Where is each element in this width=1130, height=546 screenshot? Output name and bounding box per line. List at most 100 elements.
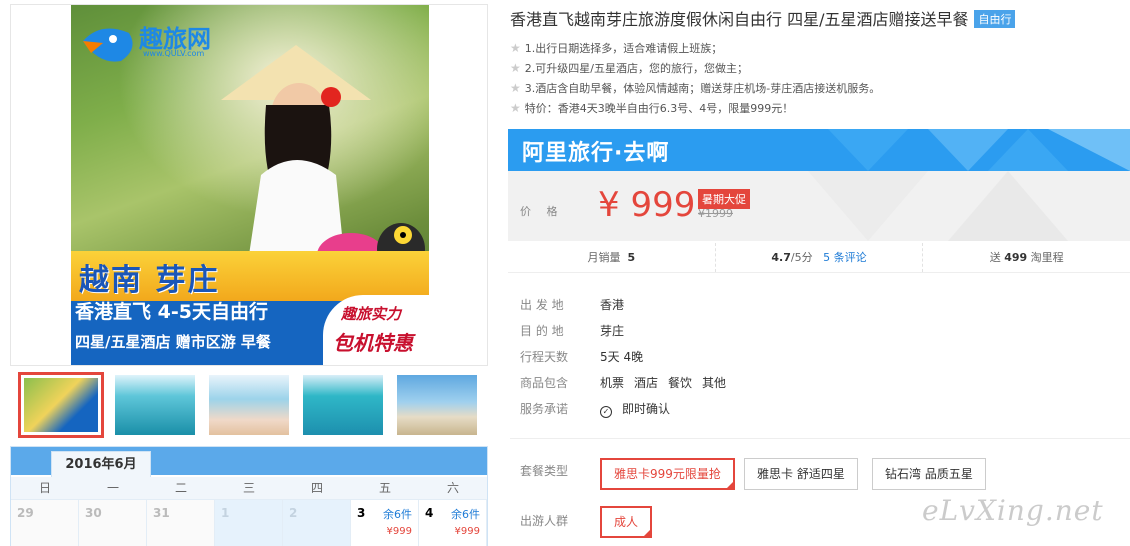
product-title-text: 香港直飞越南芽庄旅游度假休闲自由行 四星/五星酒店赠接送早餐 [510,10,969,29]
day-number: 31 [153,506,170,520]
stock-left: 余6件 [451,508,480,521]
free-travel-tag: 自由行 [974,10,1016,28]
feature-text: 特价：香港4天3晚半自由行6.3号、4号，限量999元！ [524,102,794,115]
poster-headline: 越南 芽庄 [79,263,220,298]
stats-bar: 月销量 5 4.7/5分 5 条评论 送 499 淘里程 [508,243,1130,273]
feature-text: 1.出行日期选择多，适合难请假上班族； [524,42,723,55]
feature-item: ★ 3.酒店含自助早餐，体验风情越南；赠送芽庄机场-芽庄酒店接送机服务。 [510,78,880,98]
traveler-option-adult[interactable]: 成人 [600,506,653,538]
weekday-tue: 二 [174,481,187,495]
points-value: 499 [1004,251,1028,264]
product-title: 香港直飞越南芽庄旅游度假休闲自由行 四星/五星酒店赠接送早餐 自由行 [510,6,1016,30]
feature-item: ★ 特价：香港4天3晚半自由行6.3号、4号，限量999元！ [510,98,880,118]
points-prefix: 送 [989,251,1001,264]
thumbnail-5[interactable] [394,372,480,438]
calendar-weekdays: 日 一 二 三 四 五 六 [11,477,487,499]
feature-text: 2.可升级四星/五星酒店，您的旅行，您做主； [524,62,748,75]
original-price: ¥1999 [698,207,733,220]
calendar-day: 1 [215,499,283,546]
rating: 4.7/5分 5 条评论 [716,243,924,272]
weekday-mon: 一 [106,481,119,495]
day-number: 2 [289,506,298,520]
main-product-image[interactable]: 趣旅网 www.QULV.com 越南 芽庄 香港直飞 4-5天自由行 四星/五… [10,4,488,366]
include-item: 机票 [600,376,625,390]
info-key: 目 的 地 [520,324,564,338]
package-label: 套餐类型 [520,464,569,478]
info-row-duration: 行程天数 5天 4晚 [520,344,736,370]
info-row-promise: 服务承诺 ✓ 即时确认 [520,396,736,422]
poster-subline: 香港直飞 4-5天自由行 [75,301,268,323]
departure-calendar: 2016年6月 日 一 二 三 四 五 六 29 30 31 1 2 3 余6件… [10,446,488,546]
thumbnail-image [115,375,195,435]
package-option-3[interactable]: 钻石湾 品质五星 [872,458,986,490]
monthly-sales: 月销量 5 [508,243,716,272]
feature-text: 3.酒店含自助早餐，体验风情越南；赠送芽庄机场-芽庄酒店接送机服务。 [524,82,881,95]
weekday-wed: 三 [242,481,255,495]
thumbnail-3[interactable] [206,372,292,438]
calendar-day-available[interactable]: 4 余6件 ¥999 [419,499,487,546]
package-option-1[interactable]: 雅思卡999元限量抢 [600,458,735,490]
star-icon: ★ [510,81,521,95]
feature-item: ★ 1.出行日期选择多，适合难请假上班族； [510,38,880,58]
thumbnail-2[interactable] [112,372,198,438]
thumbnail-image [303,375,383,435]
calendar-day: 2 [283,499,351,546]
day-number: 1 [221,506,230,520]
weekday-sun: 日 [38,481,51,495]
rating-value: 4.7 [771,251,791,264]
info-key: 出 发 地 [520,298,564,312]
calendar-day: 30 [79,499,147,546]
day-number: 3 [357,506,366,520]
star-icon: ★ [510,101,521,115]
include-item: 餐饮 [668,376,693,390]
weekday-sat: 六 [446,481,459,495]
rating-suffix: /5分 [790,251,813,264]
calendar-month-tab[interactable]: 2016年6月 [51,451,151,477]
thumbnail-4[interactable] [300,372,386,438]
poster-promo-1: 趣旅实力 [341,305,402,323]
info-key: 行程天数 [520,350,569,364]
weekday-fri: 五 [378,481,391,495]
weekday-thu: 四 [310,481,323,495]
feature-list: ★ 1.出行日期选择多，适合难请假上班族； ★ 2.可升级四星/五星酒店，您的旅行，… [510,38,880,118]
promo-badge: 暑期大促 [698,189,750,209]
divider [510,438,1130,439]
star-icon: ★ [510,41,521,55]
sales-label: 月销量 [587,251,621,264]
day-number: 30 [85,506,102,520]
feature-item: ★ 2.可升级四星/五星酒店，您的旅行，您做主； [510,58,880,78]
calendar-day: 29 [11,499,79,546]
check-icon: ✓ [600,406,612,418]
day-number: 4 [425,506,434,520]
price-panel: 价 格 ¥ 999 暑期大促 ¥1999 [508,171,1130,241]
logo-url: www.QULV.com [143,49,205,58]
poster-line3: 四星/五星酒店 赠市区游 早餐 [75,333,271,351]
alitrip-banner: 阿里旅行·去啊 [508,129,1130,171]
star-icon: ★ [510,61,521,75]
product-info: 出 发 地 香港 目 的 地 芽庄 行程天数 5天 4晚 商品包含 机票 酒店 餐饮 其他 服… [520,292,736,422]
thumbnail-strip [18,372,488,438]
stock-left: 余6件 [383,508,412,521]
banner-title: 阿里旅行·去啊 [522,141,670,166]
include-item: 酒店 [634,376,659,390]
thumbnail-image [209,375,289,435]
package-option-2[interactable]: 雅思卡 舒适四星 [744,458,858,490]
price-value: ¥ 999 [598,185,696,225]
day-price: ¥999 [454,526,480,537]
includes-list: 机票 酒店 餐饮 其他 [600,376,736,390]
info-key: 商品包含 [520,376,569,390]
day-number: 29 [17,506,34,520]
calendar-day-available[interactable]: 3 余6件 ¥999 [351,499,419,546]
day-price: ¥999 [386,526,412,537]
thumbnail-image [24,378,98,432]
info-key: 服务承诺 [520,402,569,416]
thumbnail-image [397,375,477,435]
sales-value: 5 [627,251,636,264]
info-row-destination: 目 的 地 芽庄 [520,318,736,344]
calendar-day: 31 [147,499,215,546]
reviews-link[interactable]: 5 条评论 [823,251,867,264]
info-row-includes: 商品包含 机票 酒店 餐饮 其他 [520,370,736,396]
poster-promo-2: 包机特惠 [333,331,413,355]
watermark: eLvXing.net [922,494,1104,527]
thumbnail-1[interactable] [18,372,104,438]
